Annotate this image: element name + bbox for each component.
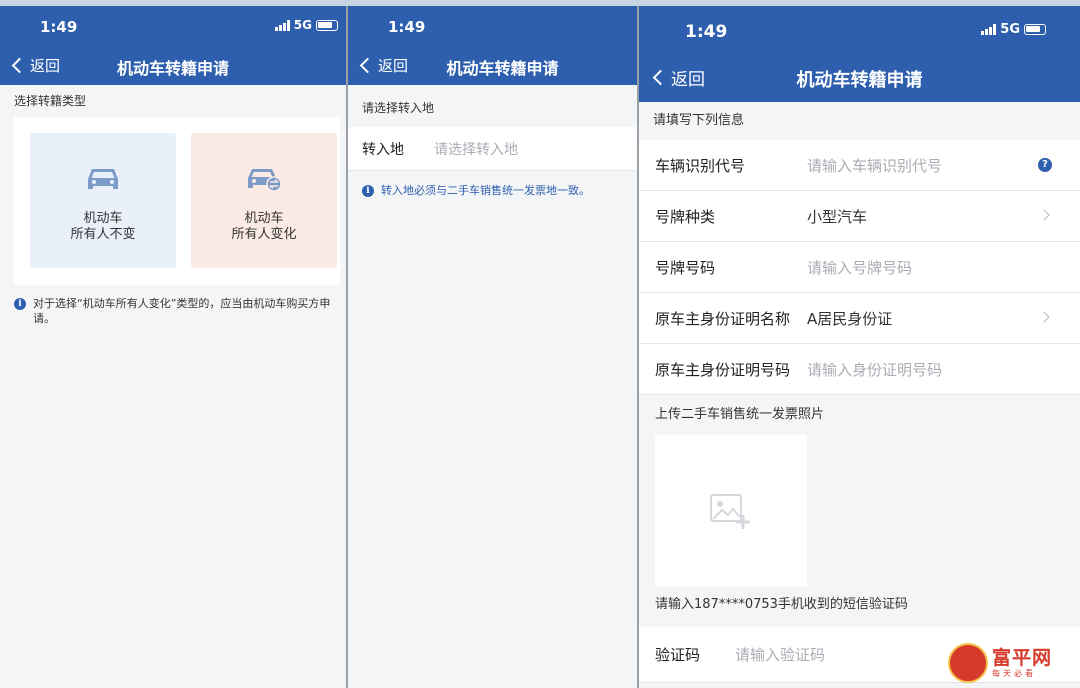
add-image-icon <box>710 494 750 529</box>
option-label-line2: 所有人变化 <box>231 227 297 242</box>
app-header: 1:49 5G 返回 机动车转籍申请 <box>0 0 346 85</box>
vin-field[interactable]: 车辆识别代号 请输入车辆识别代号 ? <box>639 140 1080 191</box>
destination-input[interactable]: 请选择转入地 <box>434 139 518 159</box>
chevron-right-icon <box>1038 209 1050 221</box>
transfer-type-options: 机动车 所有人不变 机动车 所有人变化 <box>14 117 340 285</box>
app-header: 1:49 返回 机动车转籍申请 <box>348 0 637 85</box>
plate-type-field[interactable]: 号牌种类 小型汽车 <box>639 191 1080 242</box>
sms-code-label: 请输入187****0753手机收到的短信验证码 <box>655 597 908 612</box>
owner-id-number-input[interactable]: 请输入身份证明号码 <box>807 359 942 380</box>
section-title: 请填写下列信息 <box>653 113 745 128</box>
field-label: 车辆识别代号 <box>655 156 746 175</box>
plate-type-select[interactable]: 小型汽车 <box>807 206 867 227</box>
option-label-line1: 机动车 <box>244 211 284 226</box>
upload-label: 上传二手车销售统一发票照片 <box>655 407 825 422</box>
plate-number-field[interactable]: 号牌号码 请输入号牌号码 <box>639 242 1080 293</box>
status-bar: 1:49 5G <box>0 18 346 40</box>
watermark-logo-icon <box>948 643 988 683</box>
option-owner-unchanged[interactable]: 机动车 所有人不变 <box>30 133 176 268</box>
help-icon[interactable]: ? <box>1038 158 1052 172</box>
vin-input[interactable]: 请输入车辆识别代号 <box>807 155 942 176</box>
car-icon <box>88 169 118 189</box>
page-title: 机动车转籍申请 <box>796 70 923 91</box>
option-label-line1: 机动车 <box>83 211 123 226</box>
status-time: 1:49 <box>685 22 728 42</box>
owner-id-number-field[interactable]: 原车主身份证明号码 请输入身份证明号码 <box>639 344 1080 395</box>
screen-select-transfer-type: 1:49 5G 返回 机动车转籍申请 选择转籍类型 机动车 所有人不变 机动车 … <box>0 0 346 688</box>
battery-icon <box>316 19 338 31</box>
notice-text: 转入地必须与二手车销售统一发票地一致。 <box>381 184 590 197</box>
screen-fill-info: 1:49 5G 返回 机动车转籍申请 请填写下列信息 车辆识别代号 请输入车辆识… <box>639 0 1080 688</box>
owner-id-type-field[interactable]: 原车主身份证明名称 A居民身份证 <box>639 293 1080 344</box>
watermark-text: 富平网 每天必看 <box>992 646 1053 678</box>
watermark-main: 富平网 <box>992 646 1053 669</box>
car-transfer-icon <box>248 169 282 192</box>
watermark-sub: 每天必看 <box>992 668 1036 678</box>
destination-notice: i 转入地必须与二手车销售统一发票地一致。 <box>348 171 637 210</box>
field-label: 原车主身份证明号码 <box>655 360 791 379</box>
chevron-right-icon <box>1038 311 1050 323</box>
nav-bar: 返回 机动车转籍申请 <box>348 52 637 80</box>
sms-code-input[interactable]: 请输入验证码 <box>735 644 825 665</box>
nav-bar: 返回 机动车转籍申请 <box>0 52 346 80</box>
page-title: 机动车转籍申请 <box>446 59 559 78</box>
notice-text: 对于选择“机动车所有人变化”类型的，应当由机动车购买方申请。 <box>33 297 331 325</box>
status-bar: 1:49 5G <box>639 22 1080 44</box>
field-label: 转入地 <box>362 141 404 158</box>
status-indicators: 5G <box>274 18 338 32</box>
option-owner-changed[interactable]: 机动车 所有人变化 <box>191 133 337 268</box>
status-time: 1:49 <box>40 18 78 36</box>
section-title: 选择转籍类型 <box>14 94 87 108</box>
screen-select-destination: 1:49 返回 机动车转籍申请 请选择转入地 转入地 请选择转入地 i 转入地必… <box>348 0 637 688</box>
site-watermark: 富平网 每天必看 <box>948 640 1068 686</box>
network-type: 5G <box>293 18 312 32</box>
signal-icon <box>981 24 997 35</box>
field-label: 号牌号码 <box>655 258 716 277</box>
info-icon: i <box>362 185 374 197</box>
option-label-line2: 所有人不变 <box>70 227 136 242</box>
status-indicators: 5G <box>981 22 1046 37</box>
status-time: 1:49 <box>388 18 426 36</box>
nav-bar: 返回 机动车转籍申请 <box>639 62 1080 96</box>
network-type: 5G <box>1000 22 1020 37</box>
signal-icon <box>274 19 290 31</box>
invoice-photo-upload[interactable] <box>655 435 807 587</box>
destination-field[interactable]: 转入地 请选择转入地 <box>348 127 637 171</box>
status-bar: 1:49 <box>348 18 637 40</box>
field-label: 号牌种类 <box>655 207 716 226</box>
field-label: 验证码 <box>655 646 701 664</box>
screenshot-frame-border <box>0 0 1080 6</box>
plate-number-input[interactable]: 请输入号牌号码 <box>807 257 912 278</box>
battery-icon <box>1024 24 1046 35</box>
owner-id-type-select[interactable]: A居民身份证 <box>807 308 892 329</box>
page-title: 机动车转籍申请 <box>116 59 229 78</box>
section-title: 请选择转入地 <box>362 101 435 115</box>
app-header: 1:49 5G 返回 机动车转籍申请 <box>639 0 1080 102</box>
owner-change-notice: i 对于选择“机动车所有人变化”类型的，应当由机动车购买方申请。 <box>14 296 336 326</box>
field-label: 原车主身份证明名称 <box>655 309 791 328</box>
info-icon: i <box>14 298 26 310</box>
